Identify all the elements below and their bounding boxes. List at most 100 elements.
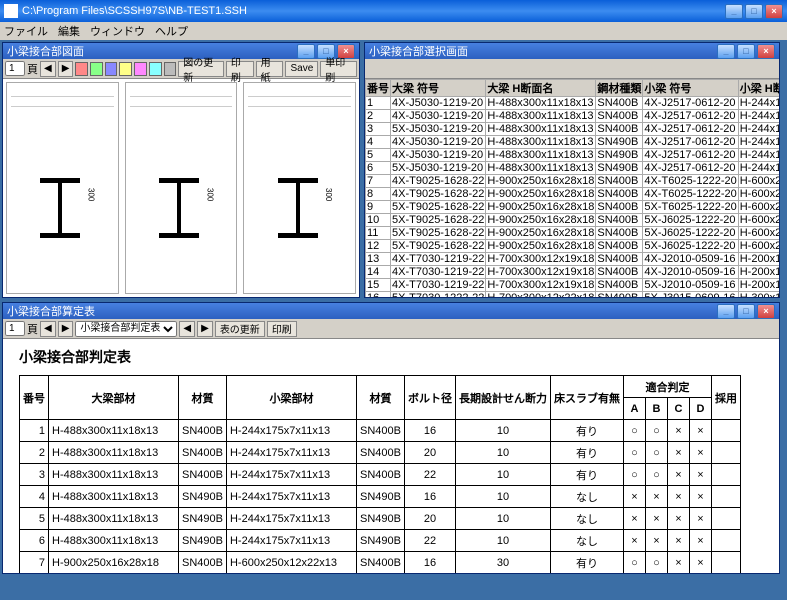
table-row[interactable]: 95X-T9025-1628-22H-900x250x16x28x18SN400…	[366, 201, 780, 214]
menu-file[interactable]: ファイル	[4, 23, 48, 39]
table-row[interactable]: 4H-488x300x11x18x13SN490BH-244x175x7x11x…	[20, 486, 741, 508]
combo-prev-icon[interactable]: ◀	[179, 321, 195, 337]
table-row[interactable]: 74X-T9025-1628-22H-900x250x16x28x18SN400…	[366, 175, 780, 188]
col-use: 採用	[711, 376, 740, 420]
ibeam-section-icon	[159, 178, 199, 238]
spec-max-button[interactable]: □	[737, 44, 755, 59]
menu-help[interactable]: ヘルプ	[155, 23, 188, 39]
spec-col: 小梁 符号	[643, 80, 738, 97]
tool-icon[interactable]	[164, 62, 177, 76]
minimize-button[interactable]: _	[725, 4, 743, 19]
judge-panel: 小梁接合部算定表 _ □ × 頁 ◀ ▶ 小梁接合部判定表 ◀ ▶ 表の更新 印…	[2, 302, 780, 574]
table-row[interactable]: 115X-T9025-1628-22H-900x250x16x28x18SN40…	[366, 227, 780, 240]
col-B: B	[645, 398, 667, 420]
judge-close-button[interactable]: ×	[757, 304, 775, 319]
table-row[interactable]: 14X-J5030-1219-20H-488x300x11x18x13SN400…	[366, 97, 780, 110]
table-row[interactable]: 35X-J5030-1219-20H-488x300x11x18x13SN400…	[366, 123, 780, 136]
table-row[interactable]: 3H-488x300x11x18x13SN400BH-244x175x7x11x…	[20, 464, 741, 486]
spec-table: 番号大梁 符号大梁 H断面名鋼材種類小梁 符号小梁 H断面名 14X-J5030…	[365, 79, 779, 297]
close-button[interactable]: ×	[765, 4, 783, 19]
judge-panel-title: 小梁接合部算定表	[7, 303, 717, 319]
table-row[interactable]: 105X-T9025-1628-22H-900x250x16x28x18SN40…	[366, 214, 780, 227]
app-icon	[4, 4, 18, 18]
judge-print-button[interactable]: 印刷	[267, 321, 297, 337]
table-row[interactable]: 2H-488x300x11x18x13SN400BH-244x175x7x11x…	[20, 442, 741, 464]
judge-min-button[interactable]: _	[717, 304, 735, 319]
drawing-min-button[interactable]: _	[297, 44, 315, 59]
table-row[interactable]: 1H-488x300x11x18x13SN400BH-244x175x7x11x…	[20, 420, 741, 442]
spec-panel: 小梁接合部選択画面 _ □ × 番号大梁 符号大梁 H断面名鋼材種類小梁 符号小…	[364, 42, 780, 298]
menu-edit[interactable]: 編集	[58, 23, 80, 39]
drawing-cell[interactable]: 300	[243, 82, 356, 294]
drawing-toolbar: 頁 ◀ ▶ 図の更新 印刷 用紙 Save 単印刷	[3, 59, 359, 79]
judge-max-button[interactable]: □	[737, 304, 755, 319]
single-print-button[interactable]: 単印刷	[320, 61, 357, 77]
judge-body[interactable]: 小梁接合部判定表 番号 大梁部材 材質 小梁部材 材質 ボルト径 長期設計せん断…	[3, 339, 779, 573]
judge-heading: 小梁接合部判定表	[19, 347, 763, 367]
table-row[interactable]: 24X-J5030-1219-20H-488x300x11x18x13SN400…	[366, 110, 780, 123]
app-title: C:\Program Files\SCSSH97S\NB-TEST1.SSH	[22, 5, 725, 17]
pen-yellow-icon[interactable]	[119, 62, 132, 76]
table-row[interactable]: 54X-J5030-1219-20H-488x300x11x18x13SN490…	[366, 149, 780, 162]
dimension-label: 300	[205, 188, 214, 201]
pen-red-icon[interactable]	[75, 62, 88, 76]
menu-window[interactable]: ウィンドウ	[90, 23, 145, 39]
nav-next-icon[interactable]: ▶	[58, 61, 74, 77]
save-button[interactable]: Save	[285, 61, 318, 77]
spec-toolbar	[365, 59, 779, 79]
spec-col: 大梁 H断面名	[486, 80, 596, 97]
col-beam: 小梁部材	[226, 376, 356, 420]
table-row[interactable]: 5H-488x300x11x18x13SN490BH-244x175x7x11x…	[20, 508, 741, 530]
table-row[interactable]: 144X-T7030-1219-22H-700x300x12x19x18SN40…	[366, 266, 780, 279]
spec-col: 大梁 符号	[391, 80, 486, 97]
col-A: A	[623, 398, 645, 420]
drawing-cell[interactable]: 300	[125, 82, 238, 294]
table-row[interactable]: 65X-J5030-1219-20H-488x300x11x18x13SN490…	[366, 162, 780, 175]
ibeam-section-icon	[40, 178, 80, 238]
refresh-drawing-button[interactable]: 図の更新	[178, 61, 224, 77]
col-fit: 適合判定	[623, 376, 711, 398]
page-label: 頁	[27, 61, 38, 77]
judge-nav-next-icon[interactable]: ▶	[58, 321, 74, 337]
judge-nav-prev-icon[interactable]: ◀	[40, 321, 56, 337]
spec-body[interactable]: 番号大梁 符号大梁 H断面名鋼材種類小梁 符号小梁 H断面名 14X-J5030…	[365, 79, 779, 297]
table-row[interactable]: 7H-900x250x16x28x18SN400BH-600x250x12x22…	[20, 552, 741, 574]
judge-table: 番号 大梁部材 材質 小梁部材 材質 ボルト径 長期設計せん断力 床スラブ有無 …	[19, 375, 741, 573]
spec-col: 番号	[366, 80, 391, 97]
table-row[interactable]: 6H-488x300x11x18x13SN490BH-244x175x7x11x…	[20, 530, 741, 552]
drawing-panel: 小梁接合部図面 _ □ × 頁 ◀ ▶ 図の更新 印刷 用紙 Save 単印刷 …	[2, 42, 360, 298]
spec-titlebar: 小梁接合部選択画面 _ □ ×	[365, 43, 779, 59]
pen-blue-icon[interactable]	[105, 62, 118, 76]
table-row[interactable]: 44X-J5030-1219-20H-488x300x11x18x13SN490…	[366, 136, 780, 149]
col-girder: 大梁部材	[49, 376, 179, 420]
judge-page-input[interactable]	[5, 321, 25, 336]
dimension-label: 300	[324, 188, 333, 201]
spec-col: 小梁 H断面名	[738, 80, 779, 97]
table-row[interactable]: 154X-T7030-1219-22H-700x300x12x19x18SN40…	[366, 279, 780, 292]
combo-next-icon[interactable]: ▶	[197, 321, 213, 337]
col-C: C	[667, 398, 689, 420]
col-shear: 長期設計せん断力	[455, 376, 550, 420]
spec-min-button[interactable]: _	[717, 44, 735, 59]
table-row[interactable]: 84X-T9025-1628-22H-900x250x16x28x18SN400…	[366, 188, 780, 201]
drawing-panel-titlebar: 小梁接合部図面 _ □ ×	[3, 43, 359, 59]
maximize-button[interactable]: □	[745, 4, 763, 19]
paper-button[interactable]: 用紙	[256, 61, 284, 77]
spec-col: 鋼材種類	[596, 80, 643, 97]
page-input[interactable]	[5, 61, 25, 76]
col-bolt: ボルト径	[404, 376, 455, 420]
sheet-select[interactable]: 小梁接合部判定表	[75, 321, 177, 337]
pen-magenta-icon[interactable]	[134, 62, 147, 76]
pen-green-icon[interactable]	[90, 62, 103, 76]
judge-titlebar: 小梁接合部算定表 _ □ ×	[3, 303, 779, 319]
nav-prev-icon[interactable]: ◀	[40, 61, 56, 77]
table-row[interactable]: 125X-T9025-1628-22H-900x250x16x28x18SN40…	[366, 240, 780, 253]
print-button[interactable]: 印刷	[226, 61, 254, 77]
drawing-cell[interactable]: 300	[6, 82, 119, 294]
pen-cyan-icon[interactable]	[149, 62, 162, 76]
refresh-table-button[interactable]: 表の更新	[215, 321, 265, 337]
app-titlebar: C:\Program Files\SCSSH97S\NB-TEST1.SSH _…	[0, 0, 787, 22]
spec-close-button[interactable]: ×	[757, 44, 775, 59]
table-row[interactable]: 134X-T7030-1219-22H-700x300x12x19x18SN40…	[366, 253, 780, 266]
table-row[interactable]: 165X-T7030-1222-22H-700x300x12x22x18SN49…	[366, 292, 780, 298]
